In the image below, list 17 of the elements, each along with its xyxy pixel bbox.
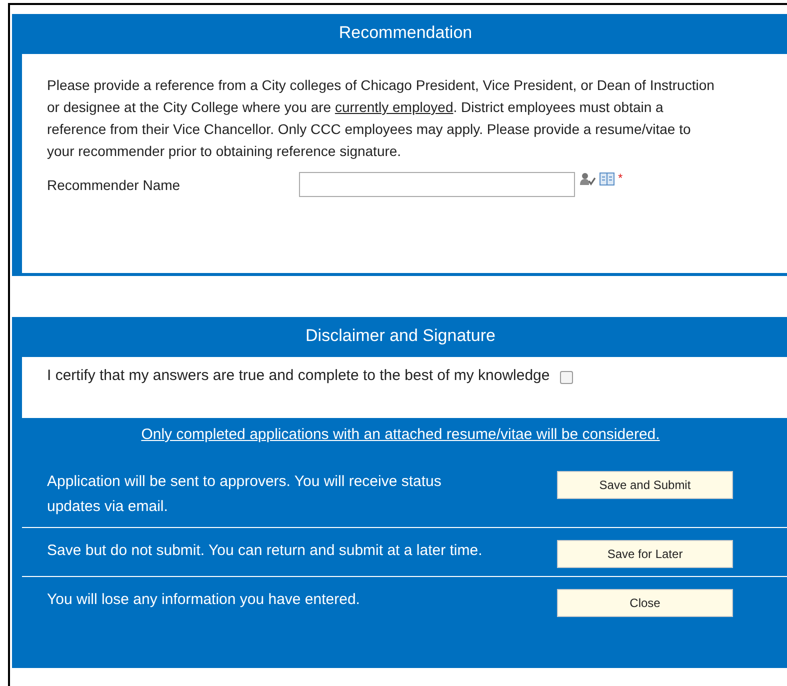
panel-title: Disclaimer and Signature (304, 325, 496, 347)
action-description: Application will be sent to approvers. You will receive status updates via email. (47, 472, 442, 517)
panel-title: Recommendation (338, 22, 474, 44)
checkbox[interactable] (560, 371, 573, 384)
certify-label: I certify that my answers are true and complete to the best of my knowledge (47, 367, 550, 384)
action-button[interactable]: Save and Submit (557, 471, 733, 499)
field-label: Recommender Name (47, 176, 182, 192)
notice-text: Only completed applications with an attached resume/vitae will be considered. (140, 425, 661, 445)
instructions-text: Please provide a reference from a City colleges of Chicago President, Vice President, or Dean of Instruction or designee at the City College where you are currently employed. District employees must obtain a reference from their Vice Chancellor. Only CCC employees may apply. Please provide a resume/vitae to your recommender prior to obtaining reference signature. (47, 76, 716, 161)
book-icon[interactable] (599, 172, 615, 186)
action-description: Save but do not submit. You can return and submit at a later time. (47, 541, 484, 561)
required-mark: * (618, 170, 623, 184)
action-description: You will lose any information you have entered. (47, 590, 361, 610)
action-button[interactable]: Save for Later (557, 540, 733, 568)
person-check-icon[interactable] (580, 172, 596, 186)
action-button[interactable]: Close (557, 589, 733, 617)
input-field[interactable] (299, 172, 575, 197)
